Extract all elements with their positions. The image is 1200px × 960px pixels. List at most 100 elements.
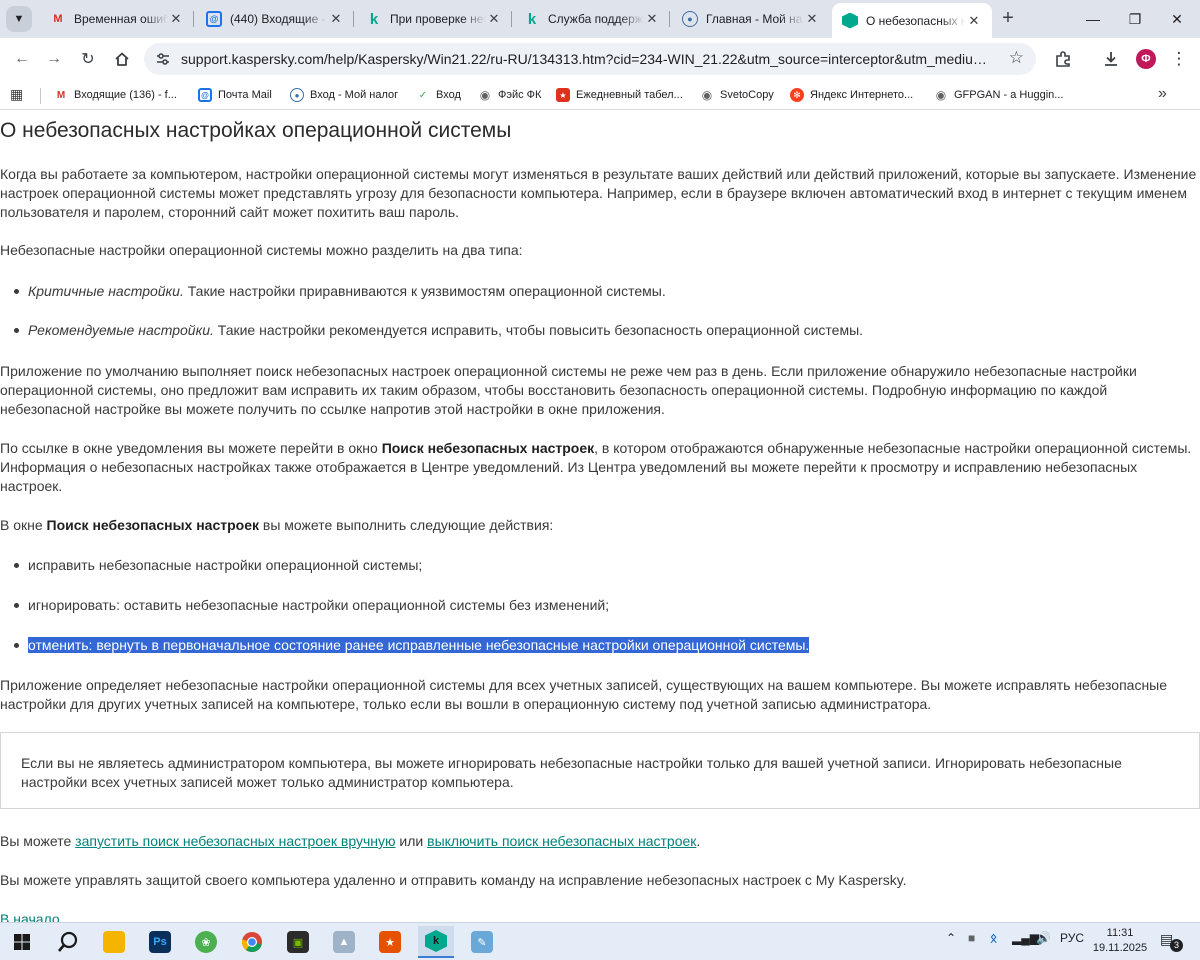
chevron-up-icon[interactable]: ⌃: [946, 931, 956, 945]
tab-mail-inbox[interactable]: @ (440) Входящие - Почта ✕: [196, 0, 354, 38]
image-icon: ▲: [333, 931, 355, 953]
selected-text: отменить: вернуть в первоначальное состо…: [28, 637, 810, 653]
browser-toolbar: ← → ↻ support.kaspersky.com/help/Kaspers…: [0, 38, 1200, 80]
profile-avatar[interactable]: Ф: [1136, 49, 1156, 69]
tax-icon: ●: [290, 88, 304, 102]
menu-button[interactable]: ⋮: [1166, 46, 1192, 72]
folder-icon: [103, 931, 125, 953]
url-text[interactable]: support.kaspersky.com/help/Kaspersky/Win…: [181, 51, 993, 67]
taskbar-chrome[interactable]: [234, 926, 270, 958]
back-to-top-link[interactable]: В начало: [0, 911, 60, 922]
tab-kaspersky-check[interactable]: k При проверке небезопасных ✕: [356, 0, 512, 38]
globe-icon: ◉: [701, 88, 713, 102]
list-item: Рекомендуемые настройки. Такие настройки…: [14, 321, 863, 340]
language-indicator[interactable]: РУС: [1060, 931, 1084, 945]
more-vert-icon: ⋮: [1170, 49, 1188, 68]
start-button[interactable]: [4, 926, 40, 958]
photoshop-icon: Ps: [149, 931, 171, 953]
page-title: О небезопасных настройках операционной с…: [0, 119, 512, 142]
remote-paragraph: Вы можете управлять защитой своего компь…: [0, 872, 907, 888]
chevron-double-right-icon[interactable]: »: [1158, 85, 1167, 103]
kaspersky-icon: k: [369, 10, 379, 28]
search-button[interactable]: [50, 926, 86, 958]
window-name: Поиск небезопасных настроек: [46, 517, 260, 533]
apps-grid-icon[interactable]: ▦: [10, 86, 23, 103]
tray-app-icon[interactable]: ■: [968, 931, 975, 945]
site-info-button[interactable]: [152, 48, 174, 70]
address-bar[interactable]: support.kaspersky.com/help/Kaspersky/Win…: [144, 43, 1036, 75]
bookmark-timesheet[interactable]: ★ Ежедневный табел...: [556, 80, 683, 110]
tab-kaspersky-support[interactable]: k Служба поддержки ✕: [514, 0, 670, 38]
close-icon[interactable]: ✕: [966, 13, 982, 29]
tab-kaspersky-active[interactable]: О небезопасных настройках ✕: [832, 3, 992, 38]
clock-time: 11:31: [1106, 927, 1134, 939]
bluetooth-icon[interactable]: ᛟ: [990, 931, 997, 945]
actions-intro: В окне Поиск небезопасных настроек вы мо…: [0, 517, 554, 533]
term-critical: Критичные настройки.: [28, 283, 184, 299]
globe-icon: ◉: [479, 88, 491, 102]
bookmark-tax[interactable]: ● Вход - Мой налог: [290, 80, 398, 110]
tune-icon: [157, 53, 169, 65]
volume-icon[interactable]: 🔊: [1036, 931, 1051, 945]
close-window-button[interactable]: ✕: [1154, 0, 1200, 38]
bookmark-gfpgan[interactable]: ◉ GFPGAN - a Huggin...: [934, 80, 1064, 110]
bookmark-face-fk[interactable]: ◉ Фэйс ФК: [478, 80, 542, 110]
taskbar-photoshop[interactable]: Ps: [142, 926, 178, 958]
tax-icon: ●: [682, 11, 698, 27]
taskbar-app-green[interactable]: ❀: [188, 926, 224, 958]
tab-tax[interactable]: ● Главная - Мой налог ✕: [672, 0, 830, 38]
reload-button[interactable]: ↻: [74, 45, 102, 73]
window-name: Поиск небезопасных настроек: [381, 440, 595, 456]
tab-separator: [193, 11, 194, 27]
bookmark-gmail[interactable]: M Входящие (136) - f...: [54, 80, 177, 110]
start-scan-link[interactable]: запустить поиск небезопасных настроек вр…: [75, 833, 395, 849]
close-icon[interactable]: ✕: [328, 11, 344, 27]
bookmark-yandex[interactable]: ✻ Яндекс Интернето...: [790, 80, 913, 110]
accounts-paragraph: Приложение определяет небезопасные настр…: [0, 677, 1168, 712]
arrow-right-icon: →: [46, 50, 62, 67]
arrow-left-icon: ←: [14, 50, 30, 67]
close-icon[interactable]: ✕: [804, 11, 820, 27]
bookmarks-bar: ▦ M Входящие (136) - f... @ Почта Mail ●…: [0, 80, 1200, 110]
minimize-icon: —: [1086, 11, 1100, 27]
taskbar-kaspersky[interactable]: k: [418, 926, 454, 958]
restore-button[interactable]: ❐: [1112, 0, 1158, 38]
gmail-icon: M: [53, 13, 63, 25]
taskbar-nvidia[interactable]: ▣: [280, 926, 316, 958]
close-icon[interactable]: ✕: [644, 11, 660, 27]
signal-icon[interactable]: ▂▄▆: [1012, 931, 1039, 945]
taskbar-photo-viewer[interactable]: ▲: [326, 926, 362, 958]
taskbar-app-orange[interactable]: ★: [372, 926, 408, 958]
taskbar-explorer[interactable]: [96, 926, 132, 958]
minimize-button[interactable]: —: [1070, 0, 1116, 38]
close-icon[interactable]: ✕: [486, 11, 502, 27]
new-tab-button[interactable]: +: [996, 7, 1020, 31]
tab-separator: [511, 11, 512, 27]
bookmark-mail[interactable]: @ Почта Mail: [198, 80, 272, 110]
chrome-icon: [241, 932, 262, 953]
admin-note-box: Если вы не являетесь администратором ком…: [0, 732, 1200, 809]
home-button[interactable]: [108, 45, 136, 73]
check-icon: ✓: [418, 89, 428, 101]
leaf-icon: ❀: [195, 931, 217, 953]
disable-scan-link[interactable]: выключить поиск небезопасных настроек: [427, 833, 696, 849]
bookmark-svetocopy[interactable]: ◉ SvetoCopy: [700, 80, 774, 110]
mail-icon: @: [206, 11, 222, 27]
bookmark-star-icon[interactable]: ☆: [1009, 48, 1024, 68]
close-icon[interactable]: ✕: [168, 11, 184, 27]
back-button[interactable]: ←: [8, 45, 36, 73]
extensions-button[interactable]: [1050, 46, 1076, 72]
windows-taskbar: Ps ❀ ▣ ▲ ★ k ✎ ⌃ ■ ᛟ ▂▄▆ 🔊 РУС 11:31 19.…: [0, 922, 1200, 960]
notification-center-button[interactable]: ▤ 3: [1160, 931, 1183, 952]
kaspersky-icon: k: [527, 10, 537, 28]
downloads-button[interactable]: [1098, 46, 1124, 72]
clock-date: 19.11.2025: [1092, 942, 1148, 954]
tab-gmail-error[interactable]: M Временная ошибка ✕: [40, 0, 194, 38]
tab-search-button[interactable]: ▼: [6, 6, 32, 32]
clock[interactable]: 11:31 19.11.2025: [1092, 926, 1148, 956]
taskbar-notes[interactable]: ✎: [464, 926, 500, 958]
forward-button[interactable]: →: [40, 45, 68, 73]
close-icon: ✕: [1171, 10, 1183, 27]
gmail-icon: M: [56, 89, 66, 101]
bookmark-login[interactable]: ✓ Вход: [416, 80, 461, 110]
